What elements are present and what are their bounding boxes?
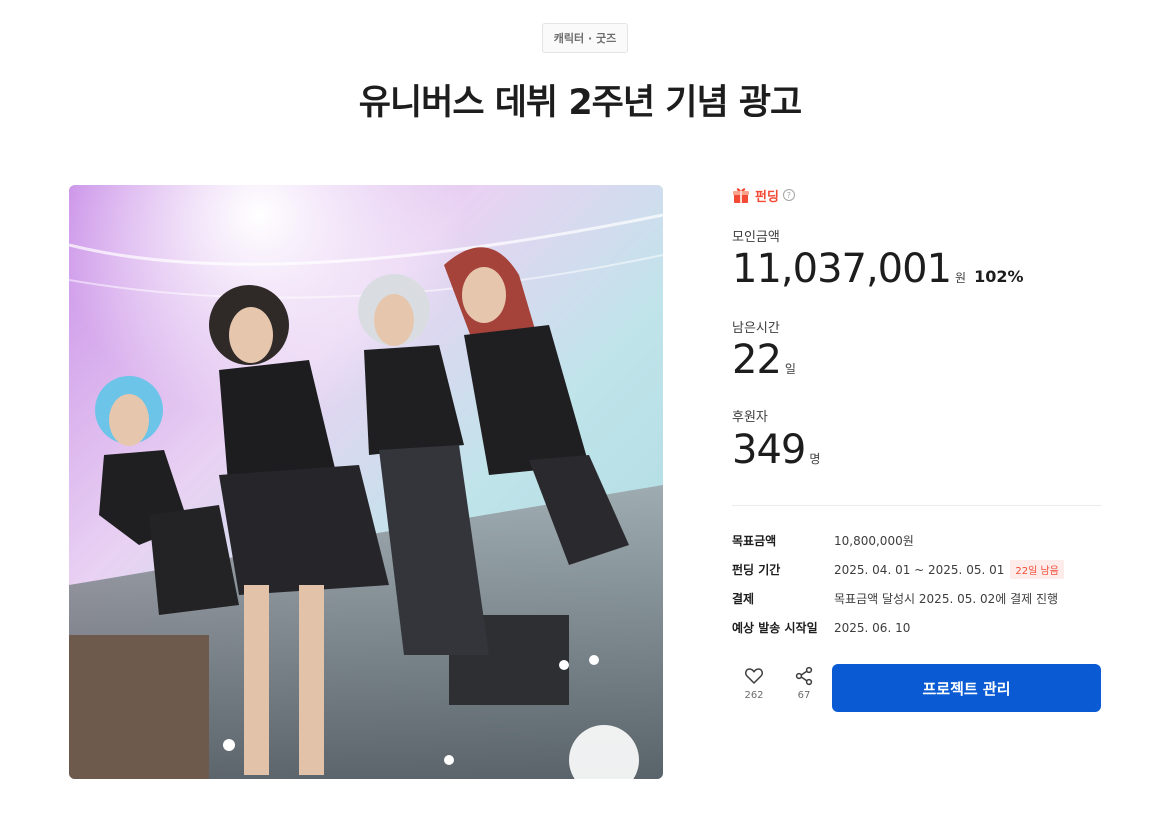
info-key: 예상 발송 시작일: [732, 621, 818, 635]
funding-status-badge: 펀딩 ?: [732, 183, 1102, 207]
remaining-time: 22 일: [732, 338, 796, 382]
remaining-time-value: 22: [732, 337, 782, 383]
action-bar: 262 67 프로젝트 관리: [732, 664, 1102, 712]
days-left-badge: 22일 남음: [1010, 560, 1064, 579]
info-value: 2025. 04. 01 ~ 2025. 05. 01: [834, 562, 1005, 577]
raised-amount-value: 11,037,001: [732, 246, 952, 292]
backers-value: 349: [732, 427, 806, 473]
raised-amount-unit: 원: [955, 271, 967, 285]
project-artwork: [69, 185, 663, 779]
raised-amount-label: 모인금액: [732, 230, 780, 245]
project-info-table: 목표금액 10,800,000원 펀딩 기간 2025. 04. 01 ~ 20…: [732, 526, 1102, 642]
info-row-goal: 목표금액 10,800,000원: [732, 526, 1102, 555]
info-value: 2025. 06. 10: [834, 620, 911, 635]
backers-unit: 명: [809, 452, 821, 466]
category-chip[interactable]: 캐릭터 · 굿즈: [542, 23, 628, 53]
info-value: 10,800,000원: [834, 534, 914, 548]
page-title: 유니버스 데뷔 2주년 기념 광고: [358, 83, 803, 123]
remaining-time-unit: 일: [784, 362, 796, 376]
manage-project-button[interactable]: 프로젝트 관리: [832, 664, 1101, 712]
info-key: 결제: [732, 592, 755, 606]
info-key: 펀딩 기간: [732, 563, 781, 577]
backers-label: 후원자: [732, 410, 768, 425]
share-count: 67: [797, 690, 811, 701]
share-icon: [795, 666, 813, 686]
heart-icon: [745, 668, 763, 684]
info-value-wrap: 2025. 04. 01 ~ 2025. 05. 01 22일 남음: [834, 560, 1064, 579]
info-row-payment: 결제 목표금액 달성시 2025. 05. 02에 결제 진행: [732, 584, 1102, 613]
funding-panel: 펀딩 ? 모인금액 11,037,001 원 102% 남은시간 22 일 후원…: [732, 183, 1102, 712]
help-icon[interactable]: ?: [782, 189, 795, 201]
raised-amount: 11,037,001 원 102%: [732, 247, 1024, 291]
like-button[interactable]: 262: [734, 666, 774, 712]
info-row-period: 펀딩 기간 2025. 04. 01 ~ 2025. 05. 01 22일 남음: [732, 555, 1102, 584]
gift-icon: [732, 186, 750, 204]
funding-status-label: 펀딩: [755, 189, 779, 205]
backers: 349 명: [732, 428, 820, 472]
remaining-time-label: 남은시간: [732, 321, 780, 336]
achievement-rate: 102%: [974, 267, 1024, 286]
info-value: 목표금액 달성시 2025. 05. 02에 결제 진행: [834, 592, 1059, 606]
info-row-shipping: 예상 발송 시작일 2025. 06. 10: [732, 613, 1102, 642]
like-count: 262: [744, 690, 764, 701]
share-button[interactable]: 67: [784, 666, 824, 712]
info-key: 목표금액: [732, 534, 777, 548]
divider: [732, 505, 1102, 506]
